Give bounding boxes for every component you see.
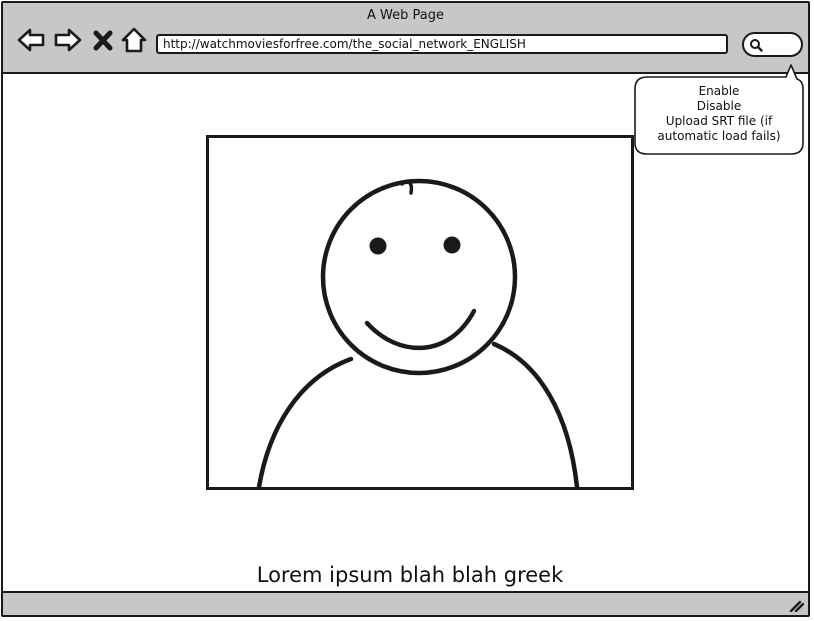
menu-item-enable[interactable]: Enable bbox=[639, 84, 799, 99]
address-bar[interactable]: http://watchmoviesforfree.com/the_social… bbox=[156, 34, 728, 54]
home-button[interactable] bbox=[119, 25, 149, 55]
close-icon bbox=[93, 30, 113, 51]
menu-item-disable[interactable]: Disable bbox=[639, 99, 799, 114]
resize-grip-icon[interactable] bbox=[788, 598, 804, 612]
video-player[interactable] bbox=[206, 135, 634, 490]
subtitle-caption: Lorem ipsum blah blah greek bbox=[256, 563, 564, 587]
subtitle-options-list: Enable Disable Upload SRT file (if autom… bbox=[639, 84, 799, 144]
window-title: A Web Page bbox=[367, 8, 444, 23]
home-icon bbox=[121, 27, 147, 53]
subtitle-options-popover: Enable Disable Upload SRT file (if autom… bbox=[633, 63, 805, 158]
status-bar bbox=[3, 591, 808, 615]
arrow-right-icon bbox=[54, 28, 82, 52]
stop-button[interactable] bbox=[91, 25, 115, 55]
menu-item-upload-srt[interactable]: Upload SRT file (if automatic load fails… bbox=[639, 114, 799, 144]
browser-window: A Web Page http://watchmoviesforfree.com… bbox=[1, 1, 810, 617]
back-button[interactable] bbox=[16, 25, 46, 55]
person-placeholder-icon bbox=[256, 178, 580, 487]
forward-button[interactable] bbox=[53, 25, 83, 55]
search-field[interactable] bbox=[742, 32, 803, 57]
search-icon bbox=[750, 39, 763, 52]
arrow-left-icon bbox=[17, 28, 45, 52]
